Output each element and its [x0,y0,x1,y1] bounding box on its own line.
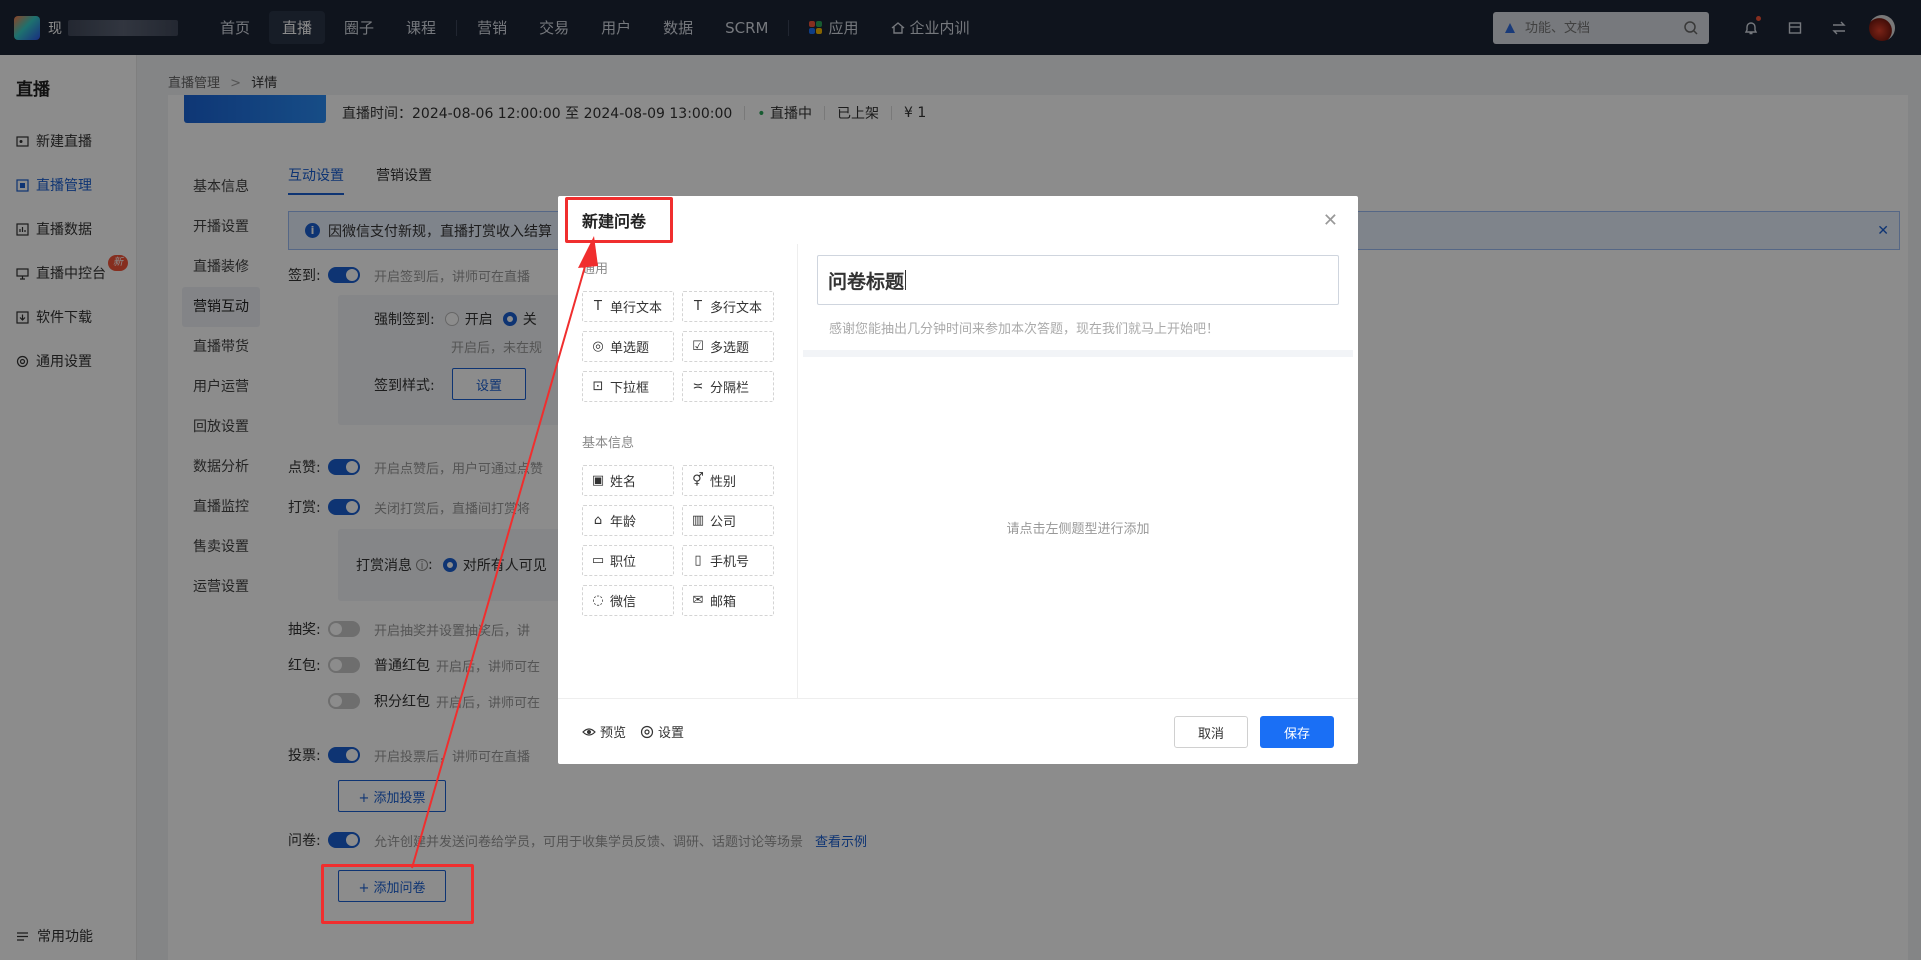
field-label: 微信 [610,595,637,610]
cancel-button[interactable]: 取消 [1174,716,1248,748]
save-button[interactable]: 保存 [1260,716,1334,748]
phone-icon: ▯ [694,553,702,568]
survey-header: 问卷标题 感谢您能抽出几分钟时间来参加本次答题，现在我们就马上开始吧！ [803,244,1353,350]
settings-icon [640,725,654,738]
survey-empty-area: 请点击左侧题型进行添加 [803,357,1353,698]
field-label: 手机号 [710,555,750,570]
field-label: 邮箱 [710,595,737,610]
field-single-choice[interactable]: ◎ 单选题 [582,331,674,362]
annotation-box-dialog-title [565,197,673,243]
checkbox-icon: ☑ [692,339,704,354]
field-label: 年龄 [610,515,637,530]
annotation-box-add-survey [321,864,474,924]
field-age[interactable]: ⌂ 年龄 [582,505,674,536]
field-email[interactable]: ✉ 邮箱 [682,585,774,616]
field-dropdown[interactable]: ⊡ 下拉框 [582,371,674,402]
field-label: 姓名 [610,475,637,490]
preview-label: 预览 [600,726,627,741]
mail-icon: ✉ [692,593,704,608]
briefcase-icon: ▭ [591,553,605,568]
field-label: 分隔栏 [710,381,750,396]
cake-icon: ⌂ [593,513,603,528]
eye-icon [582,727,596,736]
dialog-header: 新建问卷 ✕ [558,196,1358,244]
empty-hint: 请点击左侧题型进行添加 [1006,522,1150,537]
group-basic-info-label: 基本信息 [582,436,635,451]
field-label: 下拉框 [610,381,650,396]
field-name[interactable]: ▣ 姓名 [582,465,674,496]
field-label: 单行文本 [610,301,663,316]
field-company[interactable]: ▥ 公司 [682,505,774,536]
field-palette: 通用 T 单行文本 T 多行文本 ◎ 单选题 ☑ 多选题 ⊡ 下拉框 ≍ 分隔栏 基本信息 … [558,244,798,698]
field-phone[interactable]: ▯ 手机号 [682,545,774,576]
field-multi-line-text[interactable]: T 多行文本 [682,291,774,322]
field-label: 职位 [610,555,637,570]
survey-title-text: 问卷标题 [828,270,905,293]
id-card-icon: ▣ [591,473,605,488]
close-icon[interactable]: ✕ [1323,210,1338,231]
survey-canvas: 问卷标题 感谢您能抽出几分钟时间来参加本次答题，现在我们就马上开始吧！ 请点击左… [803,244,1353,698]
multiline-text-icon: T [694,299,702,314]
dropdown-icon: ⊡ [592,379,604,394]
field-single-line-text[interactable]: T 单行文本 [582,291,674,322]
field-label: 多行文本 [710,301,763,316]
gender-icon: ⚥ [692,473,704,488]
text-icon: T [594,299,602,314]
radio-icon: ◎ [592,339,604,354]
survey-subtitle[interactable]: 感谢您能抽出几分钟时间来参加本次答题，现在我们就马上开始吧！ [829,318,1219,337]
divider-icon: ≍ [692,379,704,394]
field-label: 公司 [710,515,737,530]
preview-link[interactable]: 预览 [582,722,626,741]
new-survey-dialog: 新建问卷 ✕ 通用 T 单行文本 T 多行文本 ◎ 单选题 ☑ 多选题 ⊡ 下拉框 ≍ 分隔… [558,196,1358,764]
field-label: 性别 [710,475,737,490]
field-gender[interactable]: ⚥ 性别 [682,465,774,496]
wechat-icon: ◌ [592,593,604,608]
group-general-label: 通用 [582,262,609,277]
dialog-footer: 预览 设置 取消 保存 [558,698,1358,764]
building-icon: ▥ [691,513,705,528]
survey-title-input[interactable]: 问卷标题 [817,255,1339,305]
field-label: 单选题 [610,341,650,356]
field-wechat[interactable]: ◌ 微信 [582,585,674,616]
settings-label: 设置 [658,726,685,741]
field-multi-choice[interactable]: ☑ 多选题 [682,331,774,362]
settings-link[interactable]: 设置 [640,722,684,741]
field-position[interactable]: ▭ 职位 [582,545,674,576]
general-fields: T 单行文本 T 多行文本 ◎ 单选题 ☑ 多选题 ⊡ 下拉框 ≍ 分隔栏 [582,291,797,402]
field-divider[interactable]: ≍ 分隔栏 [682,371,774,402]
basic-info-fields: ▣ 姓名 ⚥ 性别 ⌂ 年龄 ▥ 公司 ▭ 职位 ▯ 手机号 ◌ 微信 ✉ 邮箱 [582,465,797,616]
field-label: 多选题 [710,341,750,356]
